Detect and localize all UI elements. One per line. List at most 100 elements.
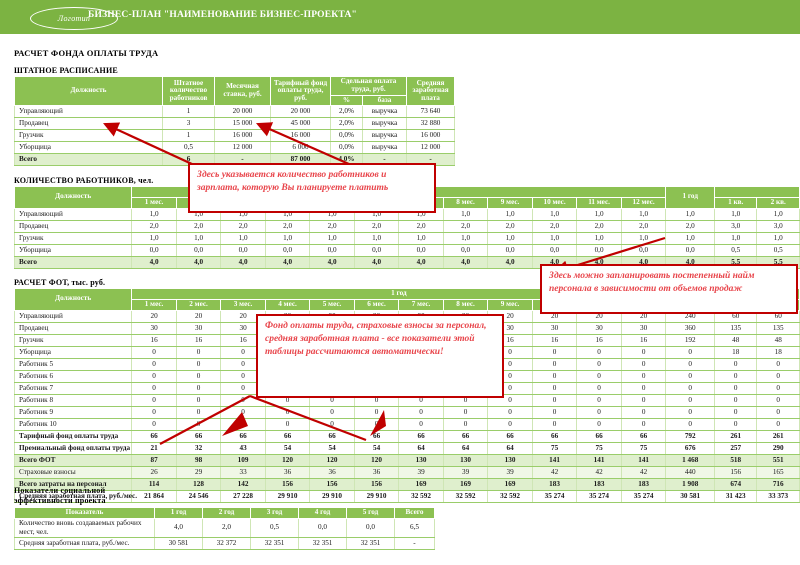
cell-value[interactable]: 30: [175, 322, 222, 335]
cell-value[interactable]: 66: [620, 430, 667, 443]
cell-value[interactable]: 0,0: [309, 244, 355, 257]
cell-value[interactable]: 0: [665, 346, 715, 359]
row-label[interactable]: Продавец: [13, 322, 133, 335]
cell-value[interactable]: 66: [531, 430, 578, 443]
cell-value[interactable]: 261: [713, 430, 758, 443]
cell-value[interactable]: 676: [665, 442, 715, 455]
cell-value[interactable]: 16 000: [406, 129, 456, 143]
cell-value[interactable]: 0,0: [131, 244, 177, 257]
table-row[interactable]: Продавец 3 15 000 45 000 2,0% выручка 32 880: [14, 117, 456, 131]
cell-value[interactable]: 48: [713, 334, 758, 347]
cell-value[interactable]: 20 000: [214, 105, 271, 119]
cell-value[interactable]: 0: [531, 406, 578, 419]
cell-value[interactable]: 135: [756, 322, 800, 335]
cell-value[interactable]: 716: [756, 478, 800, 491]
cell-value[interactable]: 0,5: [250, 518, 299, 538]
cell-value[interactable]: 0: [665, 418, 715, 431]
cell-value[interactable]: 169: [398, 478, 444, 491]
cell-value[interactable]: 1,0: [531, 208, 578, 221]
cell-value[interactable]: 3,0: [713, 220, 758, 233]
cell-value[interactable]: 20 000: [270, 105, 331, 119]
cell-value[interactable]: 0: [131, 346, 177, 359]
row-label[interactable]: Уборщица: [13, 346, 133, 359]
cell-value[interactable]: 2,0: [309, 220, 355, 233]
cell-value[interactable]: 32 592: [487, 490, 533, 503]
cell-value[interactable]: 1,0: [442, 208, 489, 221]
cell-value[interactable]: 1,0: [220, 232, 266, 245]
row-label[interactable]: Управляющий: [13, 310, 133, 323]
row-label[interactable]: Всего: [13, 256, 133, 269]
row-label[interactable]: Грузчик: [13, 334, 133, 347]
cell-value[interactable]: 2,0: [175, 220, 222, 233]
cell-value[interactable]: 0: [576, 358, 622, 371]
cell-value[interactable]: 183: [576, 478, 622, 491]
cell-value[interactable]: 0: [531, 346, 578, 359]
cell-value[interactable]: 2,0: [220, 220, 266, 233]
cell-value[interactable]: 75: [531, 442, 578, 455]
cell-value[interactable]: 87: [131, 454, 177, 467]
cell-value[interactable]: 0: [665, 370, 715, 383]
cell-value[interactable]: 169: [442, 478, 489, 491]
cell-value[interactable]: 27 228: [220, 490, 266, 503]
cell-value[interactable]: 0: [665, 358, 715, 371]
cell-value[interactable]: 36: [353, 466, 400, 479]
cell-value[interactable]: 39: [398, 466, 444, 479]
cell-value[interactable]: 2,0%: [330, 105, 363, 119]
cell-value[interactable]: 0: [713, 370, 758, 383]
table-row[interactable]: Количество вновь создаваемых рабочих мес…: [14, 518, 435, 538]
cell-value[interactable]: 29 910: [309, 490, 355, 503]
cell-value[interactable]: 0: [531, 358, 578, 371]
cell-value[interactable]: 64: [398, 442, 444, 455]
cell-value[interactable]: 120: [264, 454, 311, 467]
cell-value[interactable]: 32 592: [442, 490, 489, 503]
row-label[interactable]: Всего ФОТ: [13, 454, 133, 467]
cell-value[interactable]: выручка: [361, 105, 408, 119]
cell-value[interactable]: 0: [487, 406, 533, 419]
cell-value[interactable]: 21 864: [131, 490, 177, 503]
cell-value[interactable]: 1,0: [131, 232, 177, 245]
cell-value[interactable]: 26: [131, 466, 177, 479]
cell-value[interactable]: 29 910: [353, 490, 400, 503]
cell-value[interactable]: 36: [309, 466, 355, 479]
table-row[interactable]: Управляющий 1 20 000 20 000 2,0% выручка 73 64…: [14, 105, 456, 119]
cell-value[interactable]: 1,0: [487, 232, 533, 245]
cell-value[interactable]: 1,0: [131, 208, 177, 221]
cell-value[interactable]: 2,0: [131, 220, 177, 233]
cell-value[interactable]: 0: [175, 346, 222, 359]
cell-value[interactable]: 1,0: [442, 232, 489, 245]
row-label[interactable]: Грузчик: [13, 232, 133, 245]
cell-value[interactable]: 75: [620, 442, 667, 455]
cell-value[interactable]: 0,0: [353, 244, 400, 257]
cell-value[interactable]: 0: [665, 394, 715, 407]
cell-value[interactable]: 0,0: [487, 244, 533, 257]
cell-value[interactable]: 2,0: [442, 220, 489, 233]
cell-value[interactable]: 33 373: [756, 490, 800, 503]
cell-value[interactable]: 0: [620, 394, 667, 407]
cell-value[interactable]: 128: [175, 478, 222, 491]
cell-value[interactable]: 0: [442, 406, 489, 419]
cell-value[interactable]: 4,0: [220, 256, 266, 269]
cell-value[interactable]: 141: [620, 454, 667, 467]
cell-value[interactable]: 66: [442, 430, 489, 443]
cell-value[interactable]: 0: [576, 394, 622, 407]
cell-value[interactable]: 32 351: [346, 537, 395, 550]
cell-value[interactable]: 1,0: [487, 208, 533, 221]
cell-value[interactable]: 1,0: [665, 208, 715, 221]
cell-value[interactable]: 4,0: [487, 256, 533, 269]
row-label[interactable]: Тарифный фонд оплаты труда: [13, 430, 133, 443]
cell-value[interactable]: 16: [131, 334, 177, 347]
cell-value[interactable]: 39: [487, 466, 533, 479]
cell-value[interactable]: -: [394, 537, 435, 550]
cell-value[interactable]: 12 000: [406, 141, 456, 155]
table-row-summary[interactable]: Всего ФОТ 87 98 109 120 120 120 130 130 130 141 141…: [13, 454, 800, 467]
cell-value[interactable]: 0: [665, 406, 715, 419]
cell-value[interactable]: 2,0: [353, 220, 400, 233]
cell-value[interactable]: 35 274: [531, 490, 578, 503]
cell-value[interactable]: 32 351: [298, 537, 347, 550]
cell-value[interactable]: 0,0: [298, 518, 347, 538]
row-label[interactable]: Страховые взносы: [13, 466, 133, 479]
cell-value[interactable]: 518: [713, 454, 758, 467]
cell-value[interactable]: 2,0: [264, 220, 311, 233]
row-label[interactable]: Работник 9: [13, 406, 133, 419]
cell-value[interactable]: 39: [442, 466, 489, 479]
